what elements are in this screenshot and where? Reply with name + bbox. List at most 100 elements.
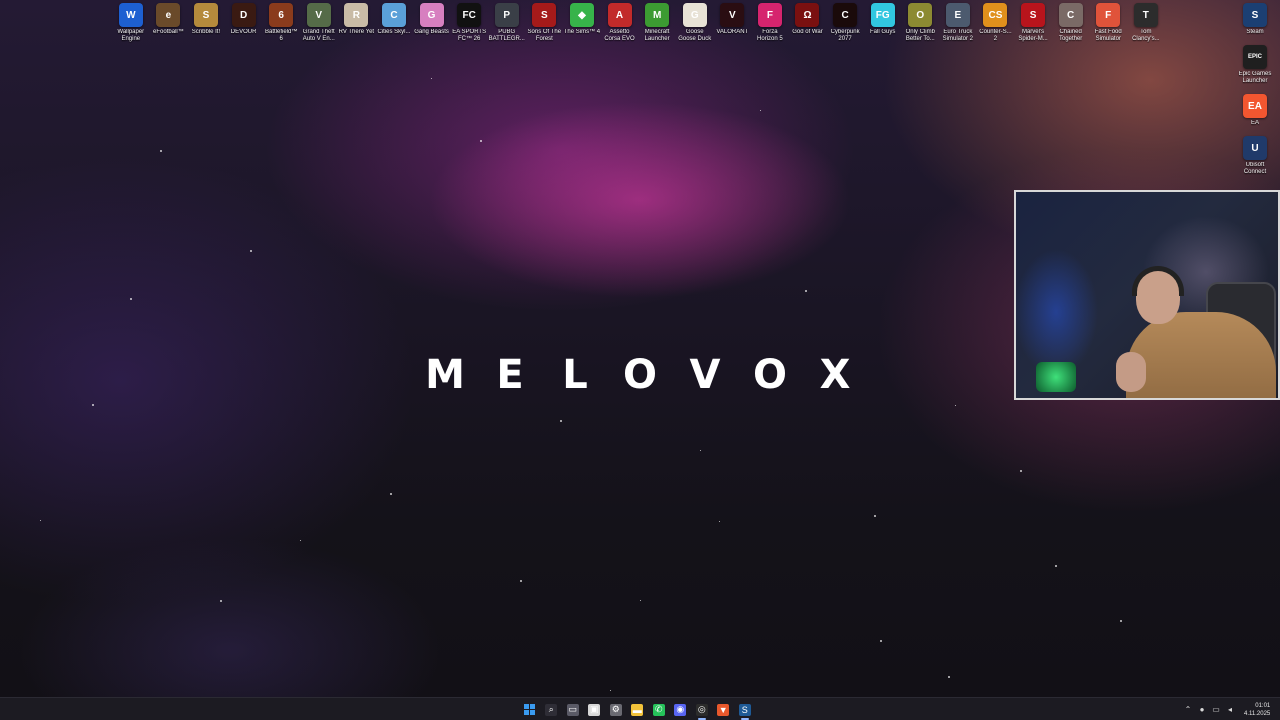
desktop-shortcut[interactable]: S Scribble It! — [187, 3, 225, 43]
desktop-shortcut[interactable]: E Euro Truck Simulator 2 — [939, 3, 977, 43]
desktop-shortcut[interactable]: P PUBG BATTLEGR... — [488, 3, 526, 43]
steam-taskbar-button[interactable]: S — [734, 699, 756, 720]
desktop-shortcut-label: Minecraft Launcher — [644, 29, 670, 42]
windows-logo-icon — [524, 704, 536, 715]
desktop-shortcut-label: PUBG BATTLEGR... — [488, 29, 525, 42]
display-icon[interactable]: ▭ — [1210, 704, 1222, 716]
desktop-shortcut-label: Cyberpunk 2077 — [830, 29, 860, 42]
star — [220, 600, 222, 602]
devour-icon: D — [231, 3, 256, 27]
desktop-shortcut[interactable]: EPIC Epic Games Launcher — [1234, 45, 1276, 85]
desktop-shortcut[interactable]: F Forza Horizon 5 — [751, 3, 789, 43]
star — [92, 404, 94, 406]
star — [1020, 470, 1022, 472]
desktop-shortcut[interactable]: V VALORANT — [714, 3, 752, 43]
brave-browser-icon: ▼ — [717, 703, 730, 716]
chevron-up-icon[interactable]: ⌃ — [1182, 704, 1194, 716]
desktop-shortcut-label: RV There Yet — [338, 29, 375, 35]
desktop-shortcut-label: Chained Together — [1058, 29, 1083, 42]
discord-button[interactable]: ◉ — [670, 699, 692, 720]
star — [874, 515, 876, 517]
gta-v-icon: V — [306, 3, 331, 27]
start-button[interactable] — [519, 699, 541, 720]
obs-button[interactable]: ◎ — [691, 699, 713, 720]
star — [431, 78, 432, 79]
desktop-shortcut[interactable]: S Sons Of The Forest — [526, 3, 564, 43]
desktop-shortcut[interactable]: M Minecraft Launcher — [638, 3, 676, 43]
task-view-icon: ▭ — [566, 703, 579, 716]
desktop-shortcut[interactable]: C Cyberpunk 2077 — [826, 3, 864, 43]
desktop-shortcut-label: VALORANT — [716, 29, 749, 35]
desktop-shortcut[interactable]: 6 Battlefield™ 6 — [262, 3, 300, 43]
desktop-shortcut[interactable]: U Ubisoft Connect — [1234, 136, 1276, 176]
desktop-shortcut-label: Goose Goose Duck — [678, 29, 712, 42]
desktop-shortcut[interactable]: ◆ The Sims™ 4 — [563, 3, 601, 43]
desktop-shortcut[interactable]: F Fast Food Simulator — [1089, 3, 1127, 43]
clock[interactable]: 01:01 4.11.2025 — [1244, 702, 1270, 718]
desktop-shortcut[interactable]: D DEVOUR — [225, 3, 263, 43]
green-desk-light — [1036, 362, 1076, 392]
efootball-icon: e — [156, 3, 181, 27]
star — [805, 290, 807, 292]
star — [948, 676, 950, 678]
brand-letter: E — [496, 352, 524, 398]
desktop-shortcut[interactable]: Ω God of War — [789, 3, 827, 43]
desktop-shortcut-label: Tom Clancy's... — [1132, 29, 1160, 42]
taskbar-app-buttons: ⌕ ▭ ▣ ⚙ ▬ ✆ ◉ ◎ ▼ S — [519, 698, 756, 720]
desktop-shortcut[interactable]: R RV There Yet — [338, 3, 376, 43]
desktop-shortcut-label: EA SPORTS FC™ 26 — [452, 29, 487, 42]
streamer-hand — [1116, 352, 1146, 392]
headset — [1132, 266, 1184, 296]
speaker-icon[interactable]: ◂ — [1224, 704, 1236, 716]
brand-letter: V — [689, 352, 721, 398]
task-view-button[interactable]: ▭ — [562, 699, 584, 720]
desktop-shortcut[interactable]: C Cities Skyl... — [375, 3, 413, 43]
desktop-shortcut[interactable]: C Chained Together — [1052, 3, 1090, 43]
desktop-shortcut[interactable]: G Gang Beasts — [413, 3, 451, 43]
whatsapp-icon: ✆ — [652, 703, 665, 716]
file-explorer-button[interactable]: ▬ — [627, 699, 649, 720]
desktop-shortcut-label: Cities Skyl... — [377, 29, 411, 35]
desktop-icon-column-right: S Steam EPIC Epic Games Launcher EA EA U Ubisof… — [1234, 3, 1276, 185]
goose-goose-duck-icon: G — [682, 3, 707, 27]
desktop-shortcut[interactable]: e eFootball™ — [150, 3, 188, 43]
desktop-shortcut-label: Steam — [1246, 29, 1264, 35]
counter-strike-2-icon: CS — [983, 3, 1008, 27]
widgets-button[interactable]: ▣ — [584, 699, 606, 720]
desktop-shortcut[interactable]: S Marvel's Spider-M... — [1014, 3, 1052, 43]
star — [880, 640, 882, 642]
desktop-shortcut[interactable]: CS Counter-S... 2 — [977, 3, 1015, 43]
star — [719, 521, 720, 522]
webcam-overlay — [1014, 190, 1280, 400]
desktop-shortcut-label: Scribble It! — [191, 29, 221, 35]
rv-there-yet-icon: R — [344, 3, 369, 27]
star — [1120, 620, 1122, 622]
desktop-shortcut-label: Wallpaper Engine — [117, 29, 145, 42]
desktop-shortcut-label: Counter-S... 2 — [979, 29, 1012, 42]
desktop-shortcut[interactable]: EA EA — [1234, 94, 1276, 127]
whatsapp-button[interactable]: ✆ — [648, 699, 670, 720]
desktop-shortcut[interactable]: G Goose Goose Duck — [676, 3, 714, 43]
brand-letter: O — [752, 352, 787, 398]
desktop-shortcut[interactable]: FG Fall Guys — [864, 3, 902, 43]
desktop-shortcut[interactable]: T Tom Clancy's... — [1127, 3, 1165, 43]
brave-button[interactable]: ▼ — [713, 699, 735, 720]
star — [250, 250, 252, 252]
settings-button[interactable]: ⚙ — [605, 699, 627, 720]
star — [160, 150, 162, 152]
desktop-shortcut[interactable]: W Wallpaper Engine — [112, 3, 150, 43]
brand-letter: L — [562, 352, 588, 398]
desktop-shortcut[interactable]: FC EA SPORTS FC™ 26 — [450, 3, 488, 43]
microphone-icon[interactable]: ● — [1196, 704, 1208, 716]
star — [300, 540, 301, 541]
desktop-shortcut[interactable]: S Steam — [1234, 3, 1276, 36]
steam-icon: S — [1243, 3, 1267, 27]
desktop-shortcut[interactable]: O Only Climb Better To... — [901, 3, 939, 43]
desktop-shortcut-label: Epic Games Launcher — [1238, 71, 1272, 84]
desktop-shortcut[interactable]: V Grand Theft Auto V En... — [300, 3, 338, 43]
desktop-shortcut[interactable]: A Assetto Corsa EVO — [601, 3, 639, 43]
search-button[interactable]: ⌕ — [541, 699, 563, 720]
tom-clancys-icon: T — [1133, 3, 1158, 27]
minecraft-launcher-icon: M — [645, 3, 670, 27]
cyberpunk-2077-icon: C — [833, 3, 858, 27]
